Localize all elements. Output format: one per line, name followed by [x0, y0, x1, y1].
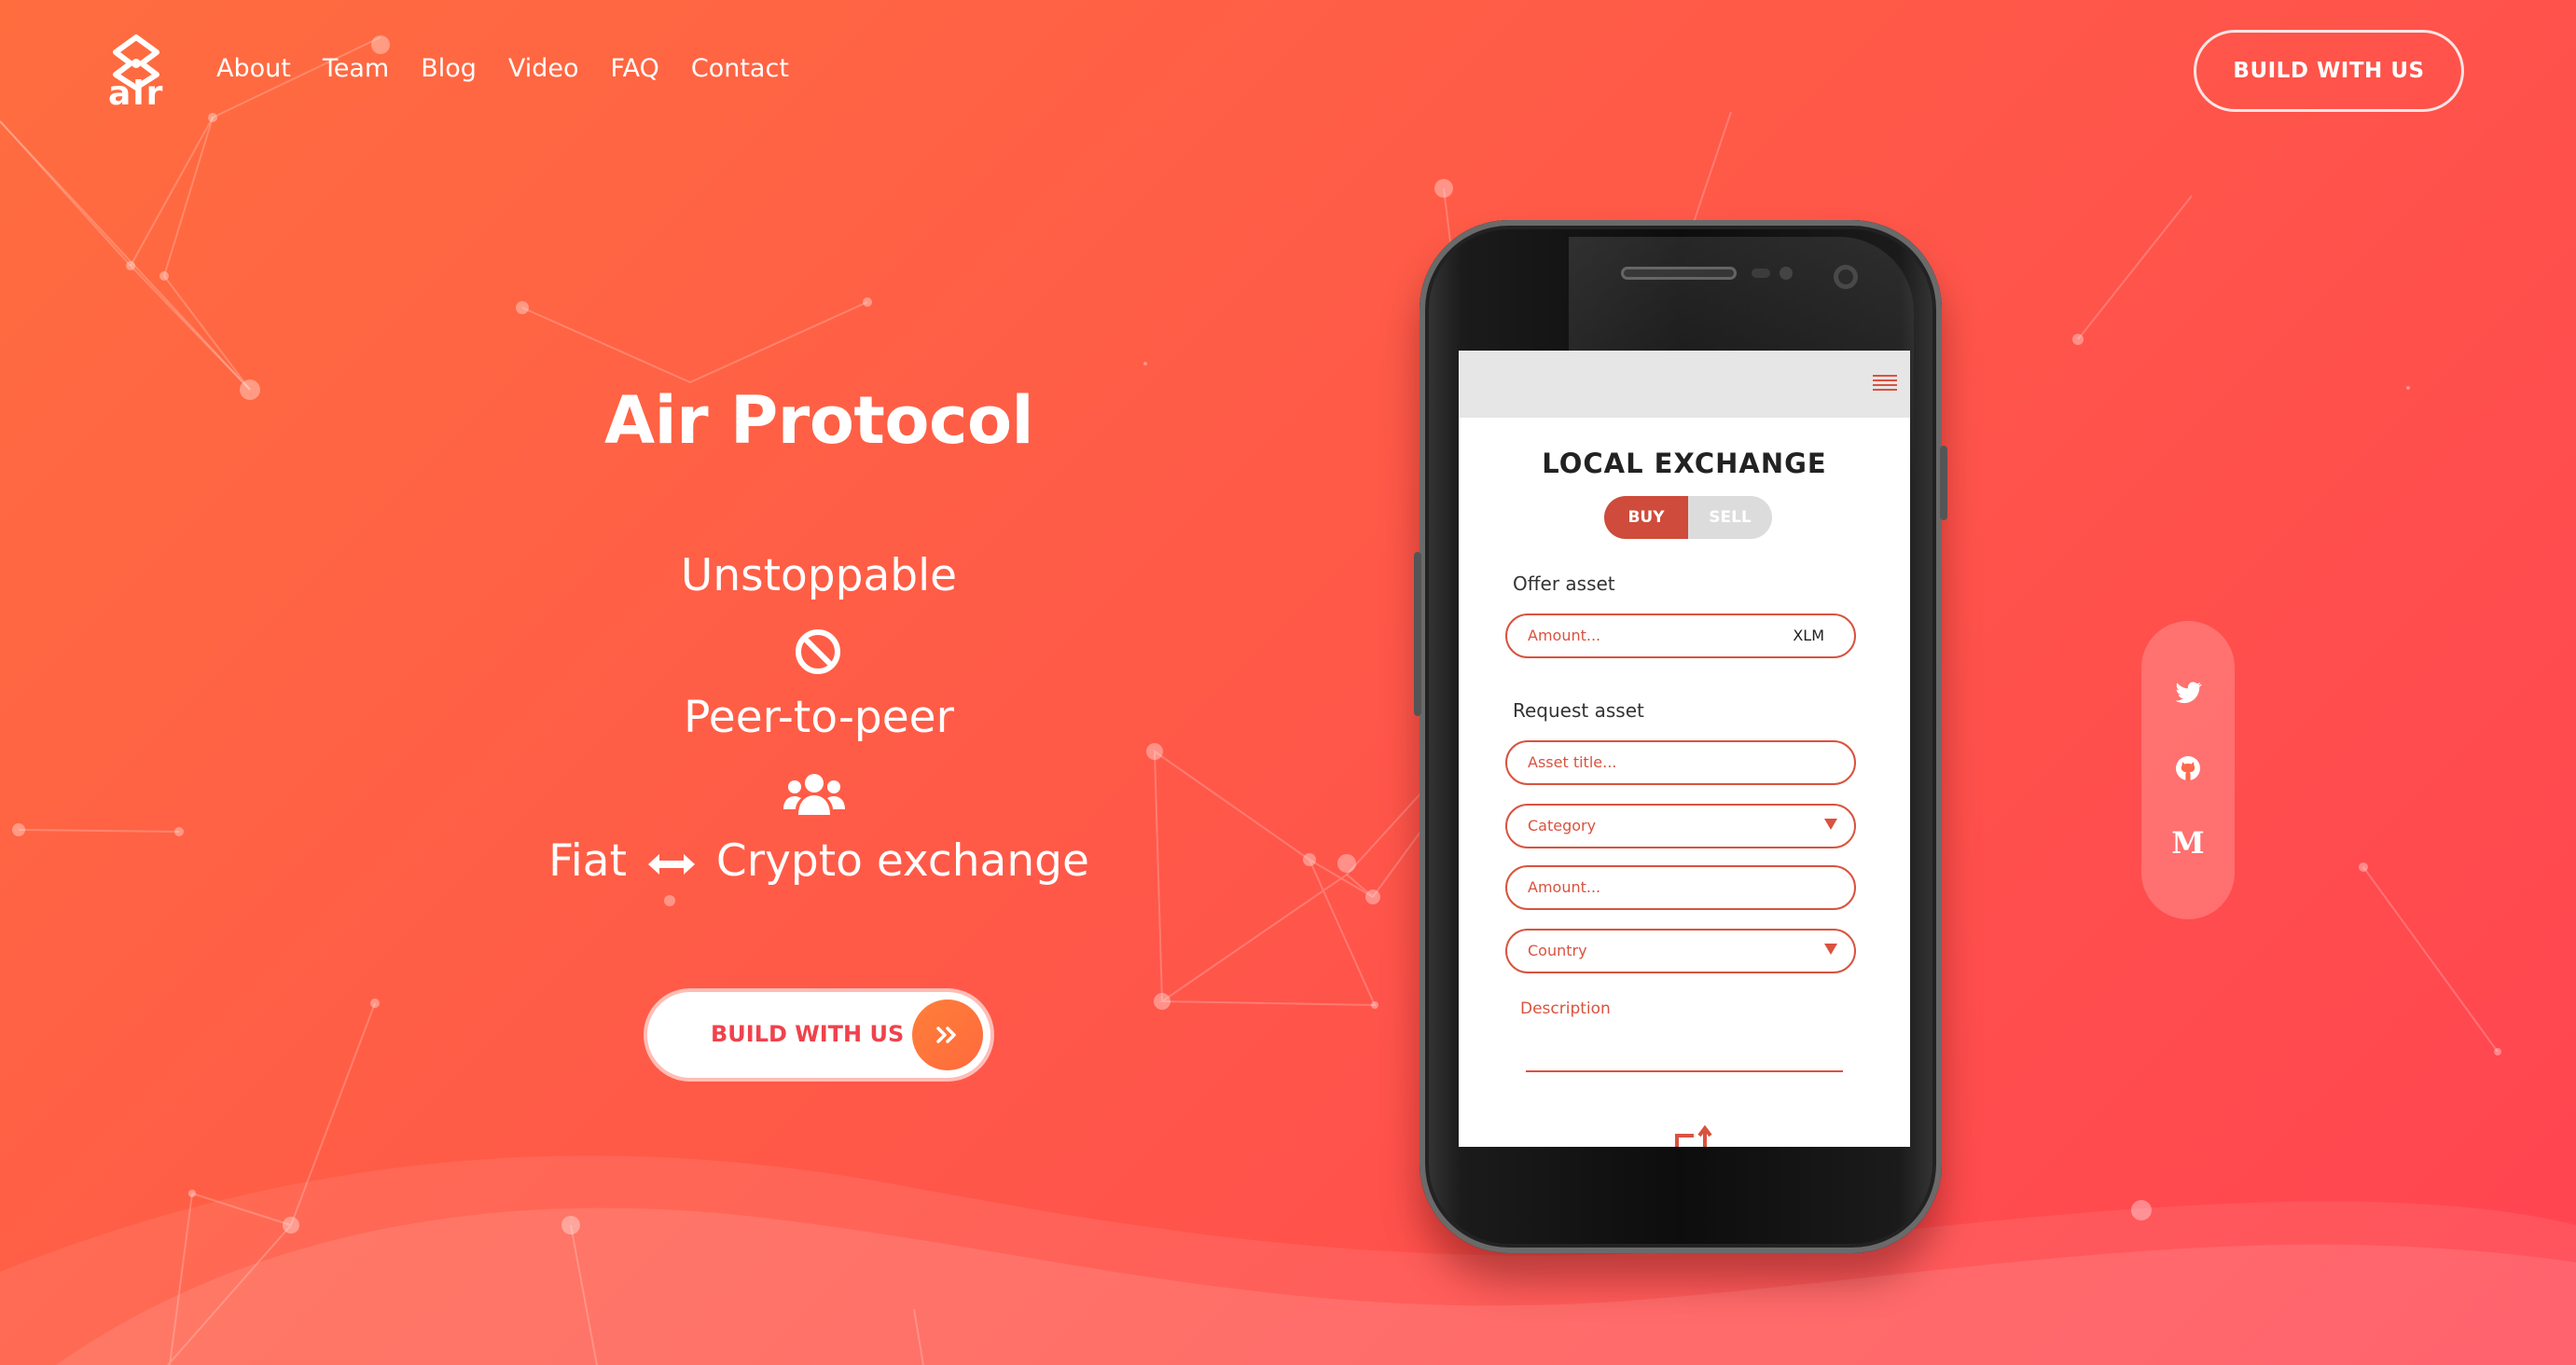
header-build-with-us-button[interactable]: BUILD WITH US: [2194, 30, 2464, 112]
medium-icon[interactable]: M: [2171, 825, 2204, 861]
nav-blog[interactable]: Blog: [421, 54, 477, 83]
nav-about[interactable]: About: [216, 54, 291, 83]
twitter-icon[interactable]: [2173, 679, 2203, 709]
nav-faq[interactable]: FAQ: [611, 54, 659, 83]
offer-amount-input[interactable]: Amount... XLM: [1505, 614, 1856, 658]
offer-amount-placeholder: Amount...: [1528, 627, 1601, 644]
crypto-exchange-label: Crypto exchange: [715, 835, 1089, 887]
double-chevron-right-icon: [912, 1000, 983, 1070]
nav-contact[interactable]: Contact: [691, 54, 789, 83]
country-placeholder: Country: [1528, 942, 1587, 959]
hero-line-exchange: Fiat Crypto exchange: [504, 835, 1134, 887]
request-asset-label: Request asset: [1513, 699, 1644, 722]
hero-build-with-us-button[interactable]: BUILD WITH US: [647, 992, 990, 1078]
caret-down-icon: [1824, 944, 1837, 955]
main-nav: About Team Blog Video FAQ Contact: [216, 54, 789, 83]
fiat-label: Fiat: [548, 835, 628, 887]
app-top-bar: [1459, 351, 1910, 418]
hero-line-peer-to-peer: Peer-to-peer: [684, 692, 954, 743]
phone-mockup: LOCAL EXCHANGE BUY SELL Offer asset Amou…: [1414, 220, 1947, 1253]
description-input[interactable]: [1526, 1070, 1843, 1072]
description-label: Description: [1520, 1000, 1611, 1018]
arrows-left-right-icon: [647, 853, 695, 875]
country-select[interactable]: Country: [1505, 929, 1856, 973]
offer-currency: XLM: [1793, 627, 1824, 644]
hero-line-unstoppable: Unstoppable: [680, 550, 958, 601]
request-amount-input[interactable]: Amount...: [1505, 865, 1856, 910]
hero: Air Protocol Unstoppable Peer-to-peer Fi…: [504, 382, 1134, 887]
github-icon[interactable]: [2173, 753, 2203, 783]
hero-cta-label: BUILD WITH US: [711, 1021, 905, 1047]
hamburger-menu-icon[interactable]: [1873, 373, 1897, 392]
offer-asset-label: Offer asset: [1513, 572, 1615, 595]
buy-tab[interactable]: BUY: [1604, 496, 1688, 539]
category-placeholder: Category: [1528, 817, 1597, 834]
logo-text: air: [108, 75, 165, 113]
buy-sell-toggle[interactable]: BUY SELL: [1604, 496, 1772, 539]
exchange-icon[interactable]: [1673, 1124, 1725, 1147]
phone-screen: LOCAL EXCHANGE BUY SELL Offer asset Amou…: [1459, 351, 1910, 1147]
request-amount-placeholder: Amount...: [1528, 878, 1601, 896]
hero-title: Air Protocol: [603, 382, 1034, 459]
category-select[interactable]: Category: [1505, 804, 1856, 848]
caret-down-icon: [1824, 819, 1837, 830]
phone-volume-button: [1414, 552, 1421, 716]
asset-title-input[interactable]: Asset title...: [1505, 740, 1856, 785]
asset-title-placeholder: Asset title...: [1528, 753, 1617, 771]
sell-tab[interactable]: SELL: [1688, 496, 1772, 539]
local-exchange-title: LOCAL EXCHANGE: [1542, 448, 1827, 479]
phone-power-button: [1940, 446, 1947, 520]
bottom-waves: [0, 1155, 2576, 1365]
ban-icon: [796, 629, 840, 674]
nav-video[interactable]: Video: [508, 54, 579, 83]
users-icon: [783, 774, 845, 815]
social-links: M: [2141, 621, 2235, 919]
nav-team[interactable]: Team: [323, 54, 389, 83]
